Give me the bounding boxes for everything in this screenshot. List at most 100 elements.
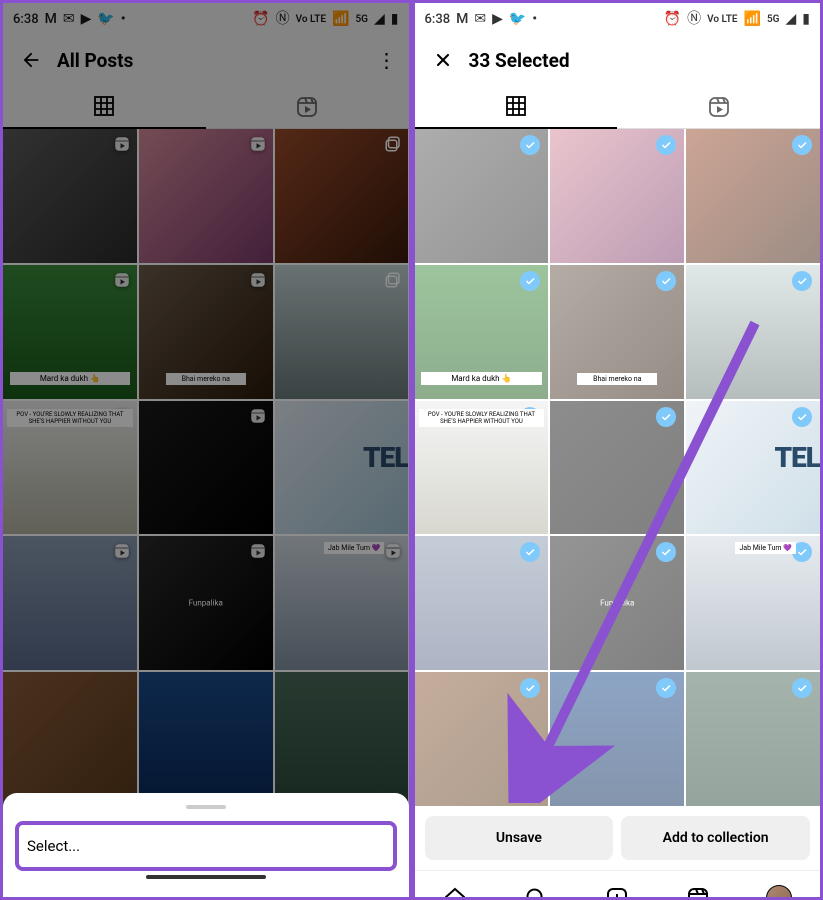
network-5g: 5G <box>767 14 780 25</box>
add-to-collection-button[interactable]: Add to collection <box>621 816 810 860</box>
reel-badge-icon <box>113 271 131 289</box>
post-thumbnail[interactable] <box>139 672 273 806</box>
tel-text: TEL <box>774 441 820 474</box>
post-caption: Jab Mile Tum 💜 <box>735 542 795 554</box>
search-icon <box>524 886 548 897</box>
post-caption: POV - YOU'RE SLOWLY REALIZING THAT SHE'S… <box>7 409 133 427</box>
tab-posts[interactable] <box>415 85 618 129</box>
nfc-icon: Ⓝ <box>276 12 290 26</box>
checkmark-icon <box>656 271 676 291</box>
more-dot-icon: • <box>121 12 126 26</box>
back-button[interactable] <box>15 44 47 76</box>
post-thumbnail[interactable]: Jab Mile Tum 💜 <box>275 536 409 670</box>
post-thumbnail[interactable]: TEL <box>275 401 409 535</box>
reel-badge-icon <box>249 271 267 289</box>
post-caption: POV - YOU'RE SLOWLY REALIZING THAT SHE'S… <box>419 409 545 427</box>
nav-profile[interactable] <box>739 885 820 897</box>
grid-icon <box>92 94 116 118</box>
post-thumbnail[interactable]: Jab Mile Tum 💜 <box>686 536 820 670</box>
page-title: 33 Selected <box>469 49 809 72</box>
post-thumbnail[interactable] <box>139 401 273 535</box>
post-thumbnail[interactable] <box>686 265 820 399</box>
home-icon <box>443 886 467 897</box>
post-thumbnail[interactable]: Funpalika <box>550 536 684 670</box>
nav-search[interactable] <box>496 886 577 897</box>
signal-icon: ◢ <box>786 12 797 26</box>
select-menu-item[interactable]: Select... <box>27 837 385 855</box>
tab-reels[interactable] <box>617 85 820 129</box>
grid-icon <box>504 94 528 118</box>
signal-icon: ◢ <box>374 12 385 26</box>
post-thumbnail[interactable]: Bhai mereko na <box>550 265 684 399</box>
post-caption: Funpalika <box>600 599 634 608</box>
post-thumbnail[interactable]: Funpalika <box>139 536 273 670</box>
post-thumbnail[interactable] <box>3 129 137 263</box>
post-thumbnail[interactable] <box>275 265 409 399</box>
post-thumbnail[interactable] <box>275 129 409 263</box>
wifi-icon: 📶 <box>332 12 349 26</box>
reel-badge-icon <box>249 135 267 153</box>
nav-home[interactable] <box>415 886 496 897</box>
reels-icon <box>686 886 710 897</box>
header: All Posts ⋮ <box>3 35 409 85</box>
post-thumbnail[interactable]: Bhai mereko na <box>139 265 273 399</box>
checkmark-icon <box>520 678 540 698</box>
checkmark-icon <box>520 542 540 562</box>
mail-icon: ✉ <box>474 12 486 26</box>
post-thumbnail[interactable] <box>550 129 684 263</box>
reel-badge-icon <box>113 542 131 560</box>
nav-create[interactable] <box>577 886 658 897</box>
nav-reels[interactable] <box>658 886 739 897</box>
checkmark-icon <box>520 271 540 291</box>
post-thumbnail[interactable] <box>275 672 409 806</box>
carousel-badge-icon <box>384 135 402 153</box>
volte-icon: Vo LTE <box>707 14 737 25</box>
reel-badge-icon <box>113 135 131 153</box>
post-thumbnail[interactable]: POV - YOU'RE SLOWLY REALIZING THAT SHE'S… <box>3 401 137 535</box>
action-bar: Unsave Add to collection <box>415 806 821 870</box>
gmail-icon: M <box>456 12 468 26</box>
post-thumbnail[interactable] <box>550 401 684 535</box>
posts-grid: Mard ka dukh 👆 Bhai mereko na POV - YOU'… <box>415 129 821 806</box>
post-thumbnail[interactable] <box>550 672 684 806</box>
checkmark-icon <box>792 135 812 155</box>
post-thumbnail[interactable] <box>3 536 137 670</box>
post-thumbnail[interactable] <box>686 129 820 263</box>
alarm-icon: ⏰ <box>664 12 681 26</box>
annotation-highlight: Select... <box>15 821 397 871</box>
close-button[interactable] <box>427 44 459 76</box>
post-thumbnail[interactable] <box>415 536 549 670</box>
post-caption: Bhai mereko na <box>577 373 657 385</box>
post-thumbnail[interactable] <box>415 672 549 806</box>
battery-icon: ▮ <box>802 12 810 26</box>
post-thumbnail[interactable]: Mard ka dukh 👆 <box>3 265 137 399</box>
post-thumbnail[interactable]: TEL <box>686 401 820 535</box>
tabs <box>3 85 409 129</box>
status-bar: 6:38 M ✉ ▶ 🐦 • ⏰ Ⓝ Vo LTE 📶 5G ◢ ▮ <box>3 3 409 35</box>
post-thumbnail[interactable] <box>415 129 549 263</box>
twitter-icon: 🐦 <box>97 12 114 26</box>
more-button[interactable]: ⋮ <box>377 48 397 72</box>
more-dot-icon: • <box>532 12 537 26</box>
page-title: All Posts <box>57 49 377 72</box>
unsave-button[interactable]: Unsave <box>425 816 614 860</box>
checkmark-icon <box>792 407 812 427</box>
post-thumbnail[interactable] <box>139 129 273 263</box>
alarm-icon: ⏰ <box>252 12 269 26</box>
checkmark-icon <box>656 542 676 562</box>
post-thumbnail[interactable]: Mard ka dukh 👆 <box>415 265 549 399</box>
tab-reels[interactable] <box>206 85 409 129</box>
tab-posts[interactable] <box>3 85 206 129</box>
carousel-badge-icon <box>384 271 402 289</box>
post-thumbnail[interactable]: POV - YOU'RE SLOWLY REALIZING THAT SHE'S… <box>415 401 549 535</box>
tel-text: TEL <box>363 441 409 474</box>
home-indicator[interactable] <box>146 875 266 879</box>
gmail-icon: M <box>45 12 57 26</box>
post-thumbnail[interactable] <box>3 672 137 806</box>
youtube-icon: ▶ <box>81 12 92 26</box>
post-thumbnail[interactable] <box>686 672 820 806</box>
sheet-drag-handle[interactable] <box>186 805 226 809</box>
bottom-sheet: Select... <box>3 793 409 897</box>
volte-icon: Vo LTE <box>296 14 326 25</box>
reel-badge-icon <box>384 542 402 560</box>
